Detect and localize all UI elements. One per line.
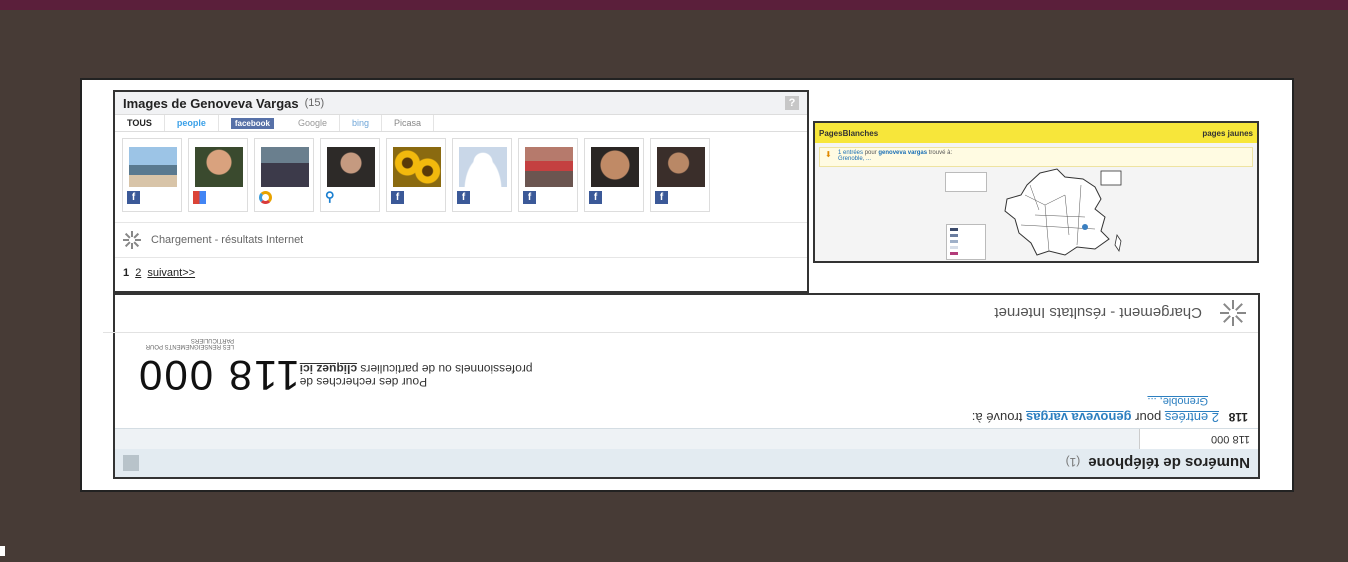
- photo-image: [261, 147, 309, 187]
- facebook-icon: f: [457, 191, 470, 204]
- photo-thumbnail[interactable]: f: [584, 138, 644, 212]
- images-panel: Images de Genoveva Vargas (15) ? TOUS pe…: [113, 90, 809, 293]
- phone-numbers-panel-flipped: Numéros de téléphone (1) 118 000 118 2 en…: [103, 293, 1260, 479]
- top-bar: [0, 0, 1348, 10]
- phone-count: (1): [1065, 455, 1081, 469]
- current-page: 1: [123, 267, 130, 279]
- photo-thumbnail[interactable]: f: [122, 138, 182, 212]
- pagesblanches-result: ⬇ 1 entrées pour genoveva vargas trouvé …: [819, 147, 1253, 167]
- tab-people[interactable]: people: [165, 115, 219, 131]
- pagesjaunes-logo[interactable]: pages jaunes: [1202, 129, 1253, 138]
- facebook-icon: f: [655, 191, 668, 204]
- phone-panel-title: Numéros de téléphone (1): [1066, 454, 1250, 471]
- phone-result: 118 2 entrées pour genoveva vargas trouv…: [972, 395, 1248, 425]
- loading-row: Chargement - résultats Internet: [115, 222, 807, 258]
- photo-thumbnail[interactable]: f: [386, 138, 446, 212]
- photo-image: [525, 147, 573, 187]
- big-number: 118 000: [137, 352, 300, 399]
- tab-google[interactable]: Google: [286, 115, 341, 131]
- name-link[interactable]: genoveva vargas: [878, 150, 927, 156]
- found-text: trouvé à:: [971, 410, 1023, 425]
- photo-image: [195, 147, 243, 187]
- photo-thumbnail[interactable]: f: [518, 138, 578, 212]
- pagination: 1 2 suivant>>: [115, 258, 807, 279]
- pagesblanches-logo[interactable]: PagesBlanches: [819, 129, 878, 138]
- images-count: (15): [304, 97, 325, 109]
- spinner-icon: [1220, 300, 1246, 326]
- corner-marker: [0, 546, 5, 556]
- photo-image: [591, 147, 639, 187]
- tab-people-label: people: [176, 118, 206, 128]
- for-text: pour: [1135, 410, 1162, 425]
- tab-bing[interactable]: bing: [340, 115, 383, 131]
- picasa-icon: [259, 191, 272, 204]
- facebook-icon: f: [589, 191, 602, 204]
- help-icon[interactable]: [123, 455, 139, 471]
- tab-all[interactable]: TOUS: [115, 115, 165, 131]
- source-tabs: TOUS people facebook Google bing Picasa: [115, 115, 807, 132]
- photo-image: [393, 147, 441, 187]
- phone-tabs: 118 000: [115, 428, 1258, 449]
- phone-panel-header: Numéros de téléphone (1): [115, 448, 1258, 477]
- small-note: LES RENSEIGNEMENTS POUR PARTICULIERS: [145, 337, 234, 349]
- promo-text: Pour des recherches de professionnels ou…: [299, 362, 533, 389]
- facebook-icon: f: [523, 191, 536, 204]
- city-link[interactable]: Grenoble, ...: [838, 156, 871, 162]
- photo-image: [657, 147, 705, 187]
- tab-118000[interactable]: 118 000: [1139, 429, 1258, 449]
- photo-thumbnail[interactable]: f: [650, 138, 710, 212]
- facebook-icon: f: [127, 191, 140, 204]
- photo-thumbnail[interactable]: ⚲: [320, 138, 380, 212]
- 118-icon: 118: [1228, 410, 1248, 424]
- pagesblanches-widget: PagesBlanches pages jaunes ⬇ 1 entrées p…: [813, 121, 1259, 263]
- promo-link[interactable]: cliquez ici: [300, 362, 357, 376]
- photo-thumbnail[interactable]: f: [452, 138, 512, 212]
- phone-panel-title-text: Numéros de téléphone: [1088, 454, 1250, 471]
- promo-line-2: professionnels ou de particuliers: [360, 362, 533, 376]
- tab-picasa[interactable]: Picasa: [382, 115, 435, 131]
- entries-link[interactable]: 2 entrées: [1165, 410, 1219, 425]
- help-icon[interactable]: ?: [785, 96, 799, 110]
- spinner-icon: [123, 231, 141, 249]
- photo-image: [129, 147, 177, 187]
- google-icon: [193, 191, 206, 204]
- tab-facebook[interactable]: facebook: [230, 117, 274, 129]
- promo-line-1: Pour des recherches de: [299, 375, 428, 389]
- loading-text: Chargement - résultats Internet: [994, 304, 1202, 322]
- map-legend: [946, 224, 986, 260]
- search-icon: ⚲: [325, 189, 335, 204]
- page-2-link[interactable]: 2: [135, 267, 141, 279]
- pagesblanches-header: PagesBlanches pages jaunes: [815, 123, 1257, 143]
- city-link[interactable]: Grenoble, ...: [1147, 395, 1208, 407]
- promo-118000: Pour des recherches de professionnels ou…: [127, 351, 533, 399]
- photo-thumbnail[interactable]: [254, 138, 314, 212]
- facebook-icon: f: [391, 191, 404, 204]
- loading-row: Chargement - résultats Internet: [103, 294, 1258, 333]
- loading-text: Chargement - résultats Internet: [151, 234, 304, 246]
- images-panel-title: Images de Genoveva Vargas: [123, 95, 299, 111]
- name-link[interactable]: genoveva vargas: [1026, 410, 1132, 425]
- photo-thumbnail[interactable]: [188, 138, 248, 212]
- photo-image: [459, 147, 507, 187]
- thumbnail-strip: f ⚲ f f f f f: [115, 132, 807, 216]
- images-panel-header: Images de Genoveva Vargas (15) ?: [115, 92, 807, 115]
- next-link[interactable]: suivant>>: [147, 267, 195, 279]
- photo-image: [327, 147, 375, 187]
- arrow-icon: ⬇: [825, 150, 832, 159]
- found-text: trouvé à:: [928, 150, 953, 156]
